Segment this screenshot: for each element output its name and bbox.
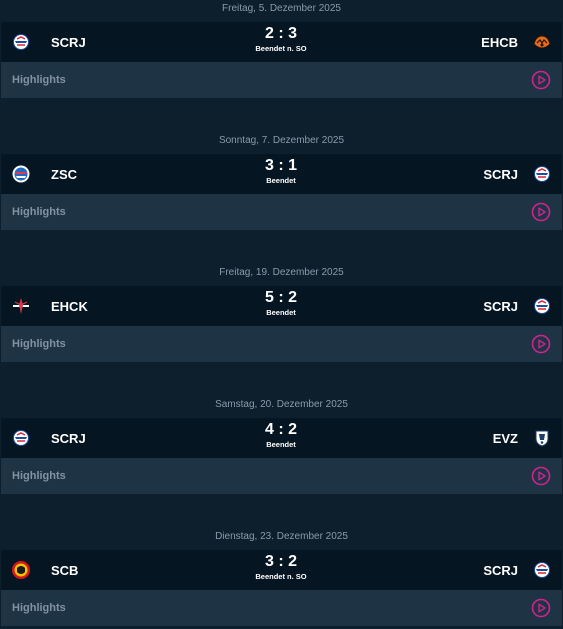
home-team[interactable]: EHCK <box>11 286 88 326</box>
highlights-label: Highlights <box>12 602 66 614</box>
score-row[interactable]: SCRJ 4 : 2 Beendet EVZ <box>1 418 562 458</box>
home-team-abbr: SCRJ <box>51 34 86 50</box>
game-list: Freitag, 5. Dezember 2025 SCRJ 2 : 3 Bee… <box>0 0 563 629</box>
game-status: Beendet <box>266 440 296 449</box>
play-circle-icon[interactable] <box>531 70 551 90</box>
game-date: Sonntag, 7. Dezember 2025 <box>218 135 345 146</box>
game-card: Sonntag, 7. Dezember 2025 ZSC 3 : 1 Been… <box>0 131 563 231</box>
home-team-abbr: SCRJ <box>51 430 86 446</box>
game-status: Beendet n. SO <box>255 572 307 581</box>
highlights-row[interactable]: Highlights <box>1 326 562 362</box>
play-circle-icon[interactable] <box>531 598 551 618</box>
home-team[interactable]: ZSC <box>11 154 77 194</box>
highlights-row[interactable]: Highlights <box>1 458 562 494</box>
game-card: Freitag, 5. Dezember 2025 SCRJ 2 : 3 Bee… <box>0 0 563 99</box>
game-status: Beendet <box>266 176 296 185</box>
score: 3 : 2 <box>264 553 297 570</box>
game-date: Samstag, 20. Dezember 2025 <box>215 399 348 410</box>
play-circle-icon[interactable] <box>531 202 551 222</box>
away-team-abbr: EVZ <box>492 430 518 446</box>
away-team-abbr: SCRJ <box>483 562 518 578</box>
score: 3 : 1 <box>264 157 297 174</box>
play-circle-icon[interactable] <box>531 466 551 486</box>
scrj-logo <box>532 164 552 184</box>
home-team-abbr: ZSC <box>51 166 77 182</box>
away-team[interactable]: SCRJ <box>483 154 552 194</box>
away-team-abbr: SCRJ <box>483 166 518 182</box>
away-team[interactable]: SCRJ <box>483 286 552 326</box>
highlights-label: Highlights <box>12 206 66 218</box>
away-team[interactable]: EVZ <box>493 418 552 458</box>
score: 2 : 3 <box>264 25 297 42</box>
highlights-label: Highlights <box>12 470 66 482</box>
score: 5 : 2 <box>264 289 297 306</box>
game-status: Beendet n. SO <box>255 44 307 53</box>
away-team-abbr: SCRJ <box>483 298 518 314</box>
play-circle-icon[interactable] <box>531 334 551 354</box>
scrj-logo <box>11 428 31 448</box>
zsc-logo <box>11 164 31 184</box>
scb-logo <box>11 560 31 580</box>
game-date: Freitag, 19. Dezember 2025 <box>219 267 344 278</box>
away-team[interactable]: EHCB <box>481 22 552 62</box>
score-row[interactable]: ZSC 3 : 1 Beendet SCRJ <box>1 154 562 194</box>
game-date: Dienstag, 23. Dezember 2025 <box>215 531 348 542</box>
game-date: Freitag, 5. Dezember 2025 <box>222 3 341 14</box>
home-team-abbr: SCB <box>51 562 79 578</box>
score: 4 : 2 <box>264 421 297 438</box>
game-card: Dienstag, 23. Dezember 2025 SCB 3 : 2 Be… <box>0 527 563 627</box>
home-team-abbr: EHCK <box>51 298 88 314</box>
scrj-logo <box>11 32 31 52</box>
highlights-row[interactable]: Highlights <box>1 62 562 98</box>
away-team-abbr: EHCB <box>481 34 518 50</box>
scrj-logo <box>532 296 552 316</box>
highlights-row[interactable]: Highlights <box>1 590 562 626</box>
highlights-label: Highlights <box>12 338 66 350</box>
ehcb-logo <box>532 32 552 52</box>
score-row[interactable]: SCB 3 : 2 Beendet n. SO SCRJ <box>1 550 562 590</box>
game-card: Freitag, 19. Dezember 2025 EHCK 5 : 2 Be… <box>0 263 563 363</box>
home-team[interactable]: SCRJ <box>11 22 86 62</box>
home-team[interactable]: SCRJ <box>11 418 86 458</box>
highlights-label: Highlights <box>12 74 66 86</box>
home-team[interactable]: SCB <box>11 550 78 590</box>
game-status: Beendet <box>266 308 296 317</box>
game-card: Samstag, 20. Dezember 2025 SCRJ 4 : 2 Be… <box>0 395 563 495</box>
score-row[interactable]: SCRJ 2 : 3 Beendet n. SO EHCB <box>1 22 562 62</box>
highlights-row[interactable]: Highlights <box>1 194 562 230</box>
away-team[interactable]: SCRJ <box>483 550 552 590</box>
ehck-logo <box>11 296 31 316</box>
score-row[interactable]: EHCK 5 : 2 Beendet SCRJ <box>1 286 562 326</box>
evz-logo <box>532 428 552 448</box>
scrj-logo <box>532 560 552 580</box>
